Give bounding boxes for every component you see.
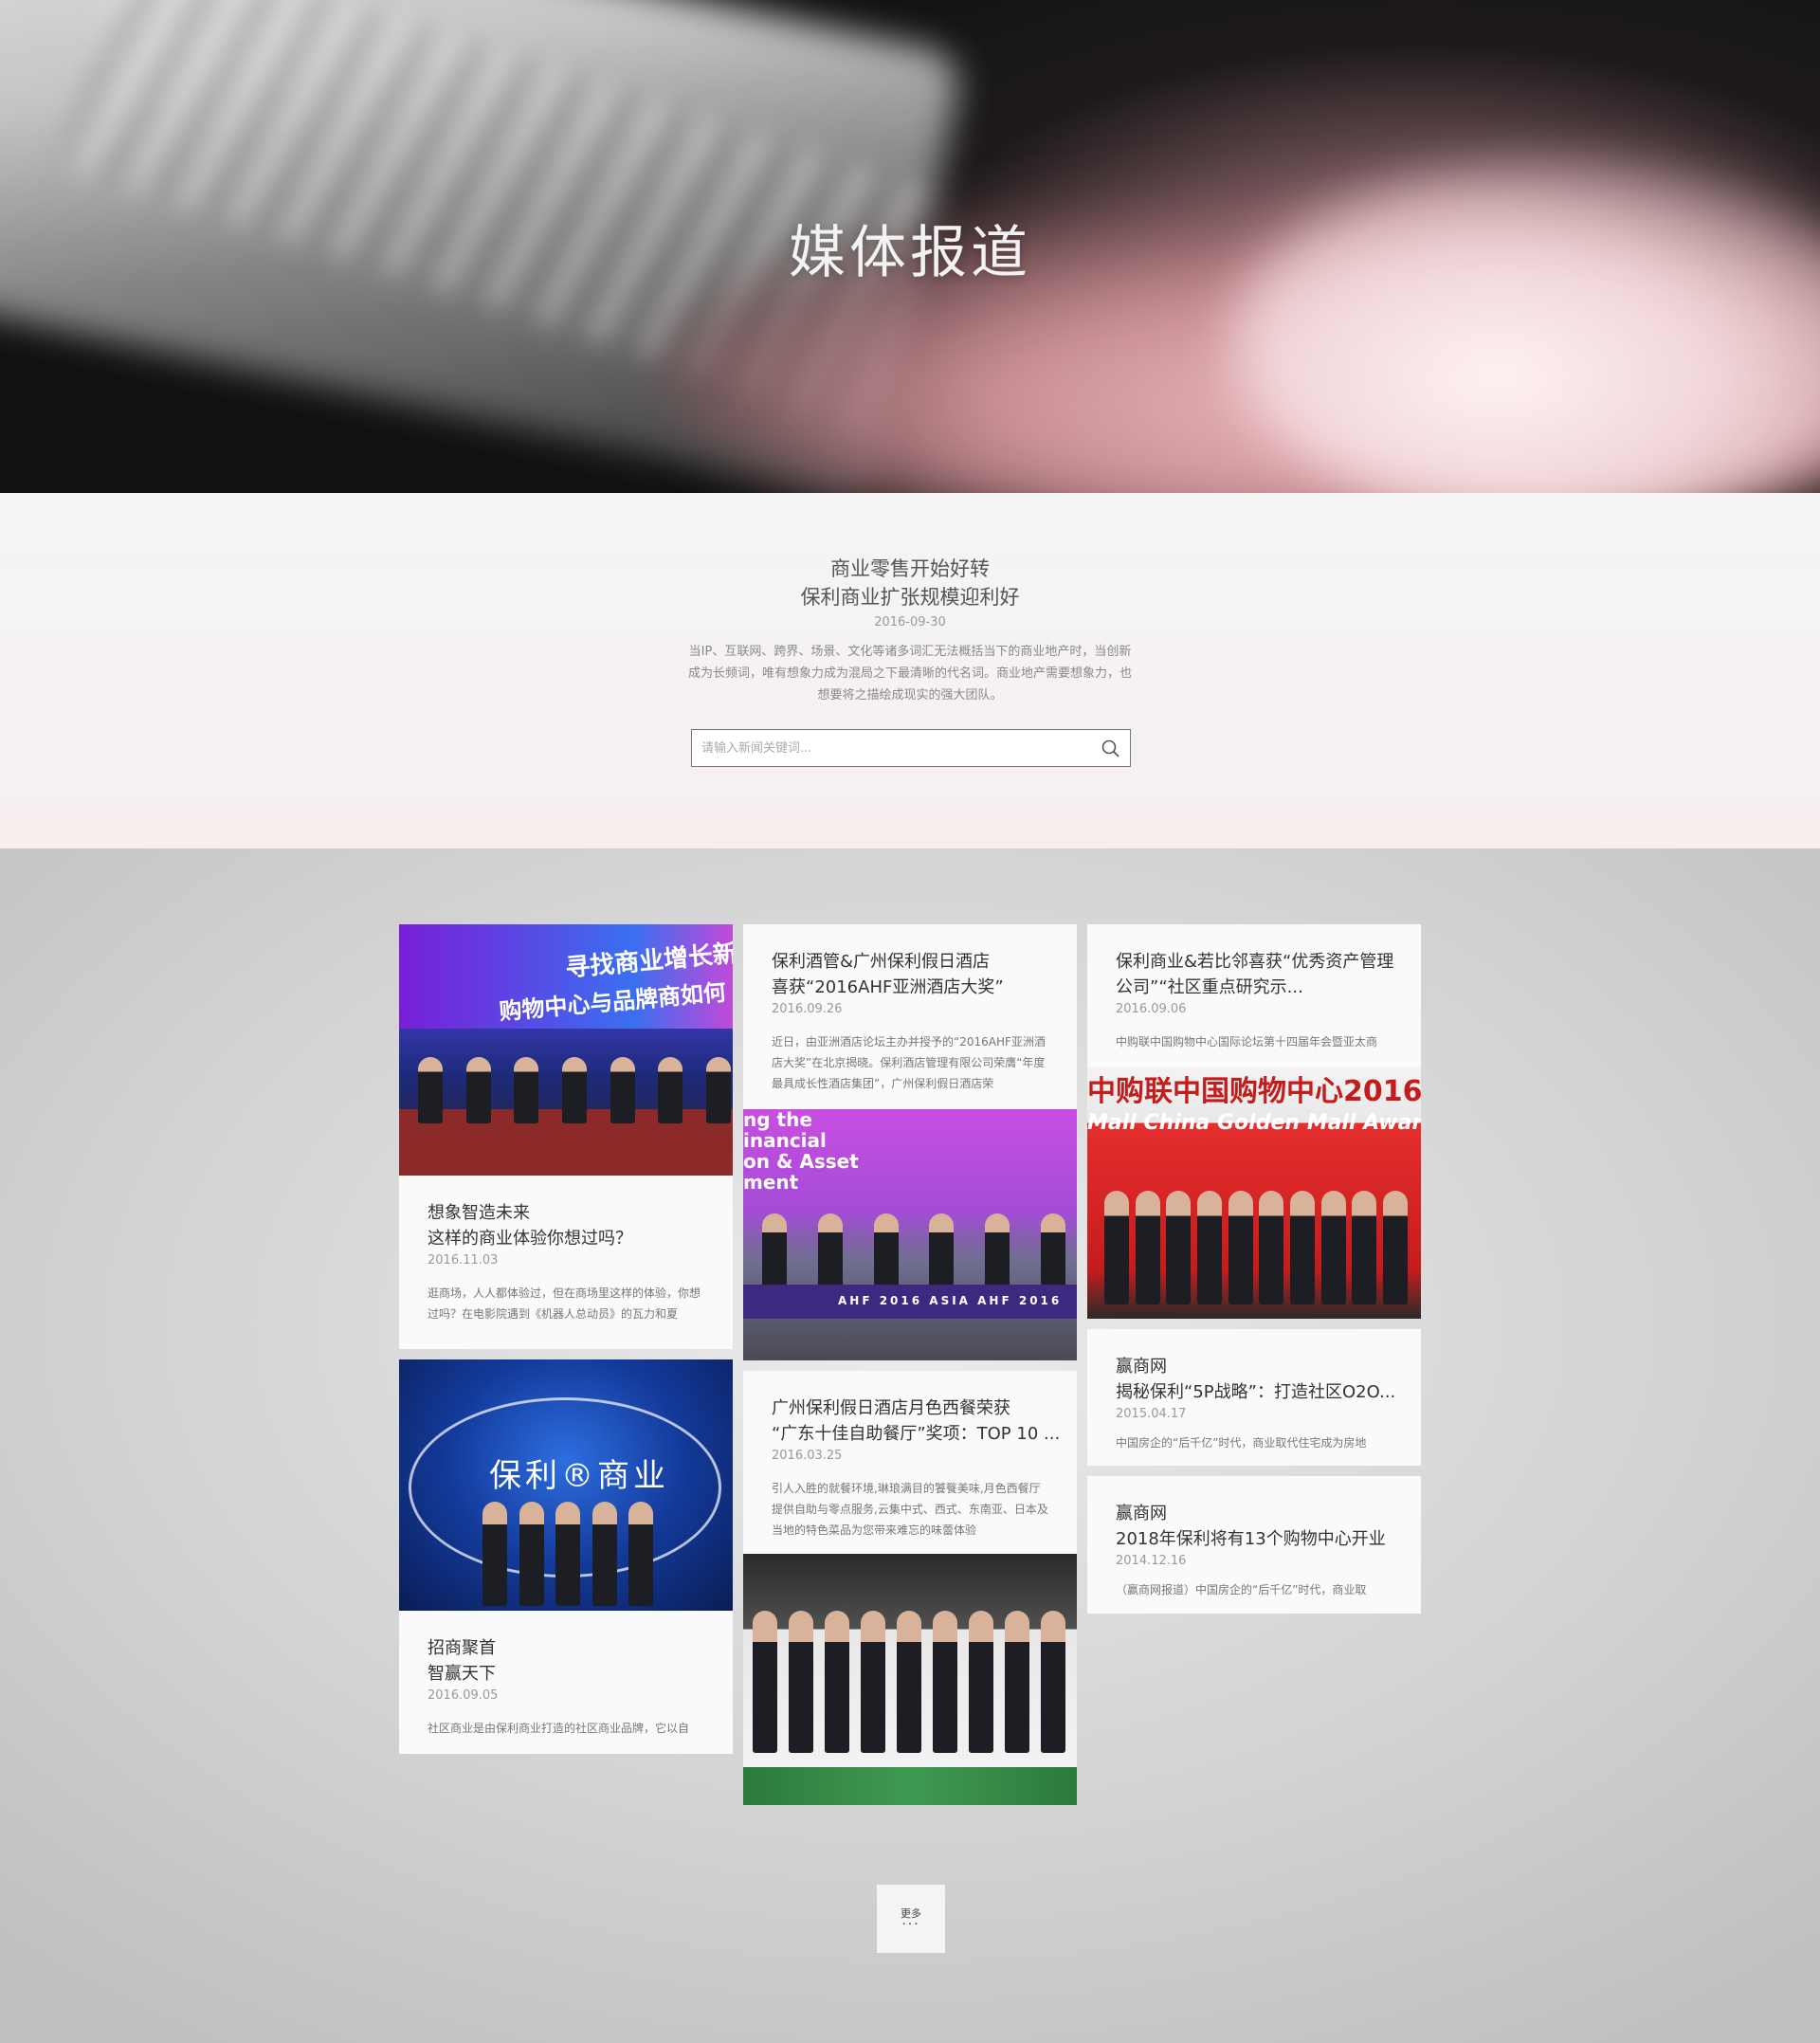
news-title[interactable]: “广东十佳自助餐厅”奖项：TOP 10 ... xyxy=(772,1421,1060,1447)
more-dots-icon: ··· xyxy=(901,1917,920,1932)
person-figure xyxy=(753,1611,777,1753)
news-date: 2014.12.16 xyxy=(1116,1554,1187,1568)
news-card[interactable]: 保利商业&若比邻喜获“优秀资产管理 公司”“社区重点研究示... 2016.09… xyxy=(1087,924,1421,1319)
news-card[interactable]: 赢商网 2018年保利将有13个购物中心开业 2014.12.16 （赢商网报道… xyxy=(1087,1476,1421,1614)
news-source[interactable]: 赢商网 xyxy=(1116,1501,1394,1526)
person-figure xyxy=(1005,1611,1029,1753)
person-figure xyxy=(1104,1191,1129,1304)
search-input[interactable] xyxy=(701,730,1081,766)
person-figure xyxy=(1135,1191,1160,1304)
person-figure xyxy=(1196,1191,1222,1304)
photo-people xyxy=(482,1502,653,1606)
news-excerpt: （赢商网报道）中国房企的“后千亿”时代，商业取 xyxy=(1116,1583,1367,1596)
featured-date: 2016-09-30 xyxy=(874,615,946,629)
news-date: 2016.09.26 xyxy=(772,1002,843,1016)
news-excerpt: 近日，由亚洲酒店论坛主办并授予的“2016AHF亚洲酒店大奖”在北京揭晓。保利酒… xyxy=(772,1035,1046,1090)
news-title[interactable]: 保利酒管&广州保利假日酒店 xyxy=(772,949,1050,975)
news-title[interactable]: 公司”“社区重点研究示... xyxy=(1116,975,1394,1000)
person-figure xyxy=(465,1057,491,1123)
news-excerpt: 中购联中国购物中心国际论坛第十四届年会暨亚太商 xyxy=(1116,1035,1378,1049)
person-figure xyxy=(519,1502,544,1606)
news-card-photo xyxy=(743,1554,1077,1805)
news-card[interactable]: 保利®商业 招商聚首 智赢天下 2016.09.05 社区商业是由保利商业打造的… xyxy=(399,1359,733,1754)
photo-caption: inancial xyxy=(743,1129,827,1152)
news-excerpt: 引人入胜的就餐环境,琳琅满目的饕餮美味,月色西餐厅提供自助与零点服务,云集中式、… xyxy=(772,1482,1048,1537)
news-date: 2016.03.25 xyxy=(772,1449,843,1463)
news-title[interactable]: 2018年保利将有13个购物中心开业 xyxy=(1116,1526,1394,1552)
photo-caption: 中购联中国购物中心2016年 xyxy=(1087,1075,1421,1108)
person-figure xyxy=(897,1611,921,1753)
news-excerpt: 逛商场，人人都体验过，但在商场里这样的体验，你想过吗？在电影院遇到《机器人总动员… xyxy=(428,1286,701,1321)
person-figure xyxy=(789,1611,813,1753)
news-search-box xyxy=(691,729,1131,767)
person-figure xyxy=(1382,1191,1408,1304)
news-excerpt: 中国房企的“后千亿”时代，商业取代住宅成为房地 xyxy=(1116,1436,1367,1450)
news-card-photo: 中购联中国购物中心2016年 Mall China Golden Mall Aw… xyxy=(1087,1067,1421,1319)
person-figure xyxy=(1259,1191,1284,1304)
news-title[interactable]: 想象智造未来 xyxy=(428,1200,706,1226)
person-figure xyxy=(969,1611,993,1753)
news-source[interactable]: 赢商网 xyxy=(1116,1354,1394,1379)
news-title[interactable]: 保利商业&若比邻喜获“优秀资产管理 xyxy=(1116,949,1394,975)
person-figure xyxy=(1166,1191,1192,1304)
photo-caption-block: ng the inancial on & Asset ment xyxy=(743,1109,859,1193)
news-card[interactable]: 广州保利假日酒店月色西餐荣获 “广东十佳自助餐厅”奖项：TOP 10 ... 2… xyxy=(743,1371,1077,1805)
load-more-button[interactable]: 更多 ··· xyxy=(877,1885,945,1953)
featured-article[interactable]: 商业零售开始好转 保利商业扩张规模迎利好 2016-09-30 当IP、互联网、… xyxy=(0,555,1820,706)
photo-caption: ment xyxy=(743,1171,799,1194)
photo-plants xyxy=(743,1767,1077,1805)
news-date: 2015.04.17 xyxy=(1116,1407,1187,1421)
person-figure xyxy=(861,1611,885,1753)
photo-caption: on & Asset xyxy=(743,1150,859,1173)
news-title[interactable]: 招商聚首 xyxy=(428,1635,706,1661)
news-card-photo: 保利®商业 xyxy=(399,1359,733,1611)
hero-banner: 媒体报道 xyxy=(0,0,1820,493)
photo-people xyxy=(753,1611,1065,1753)
featured-excerpt: 当IP、互联网、跨界、场景、文化等诸多词汇无法概括当下的商业地产时，当创新成为长… xyxy=(687,645,1132,702)
photo-ribbon: AHF 2016 ASIA AHF 2016 xyxy=(743,1285,1077,1319)
photo-people xyxy=(418,1057,731,1123)
featured-title-line2[interactable]: 保利商业扩张规模迎利好 xyxy=(0,583,1820,611)
person-figure xyxy=(933,1611,957,1753)
person-figure xyxy=(825,1611,849,1753)
news-card[interactable]: 寻找商业增长新 购物中心与品牌商如何 想象智造未来 这样的商业体验你想过吗？ 2… xyxy=(399,924,733,1349)
news-card[interactable]: 赢商网 揭秘保利“5P战略”：打造社区O2O... 2015.04.17 中国房… xyxy=(1087,1329,1421,1466)
news-date: 2016.09.06 xyxy=(1116,1002,1187,1016)
person-figure xyxy=(561,1057,587,1123)
photo-caption: ng the xyxy=(743,1109,812,1131)
person-figure xyxy=(1352,1191,1377,1304)
person-figure xyxy=(592,1502,617,1606)
news-card[interactable]: 保利酒管&广州保利假日酒店 喜获“2016AHF亚洲酒店大奖” 2016.09.… xyxy=(743,924,1077,1360)
person-figure xyxy=(1041,1611,1065,1753)
news-title[interactable]: 揭秘保利“5P战略”：打造社区O2O... xyxy=(1116,1379,1395,1405)
person-figure xyxy=(610,1057,635,1123)
photo-caption: 保利®商业 xyxy=(489,1457,669,1495)
news-date: 2016.09.05 xyxy=(428,1688,499,1703)
page-title: 媒体报道 xyxy=(789,220,1031,286)
person-figure xyxy=(1289,1191,1315,1304)
person-figure xyxy=(514,1057,539,1123)
person-figure xyxy=(628,1502,653,1606)
featured-title-line1[interactable]: 商业零售开始好转 xyxy=(0,555,1820,583)
photo-caption: Mall China Golden Mall Awards C xyxy=(1087,1111,1421,1135)
person-figure xyxy=(1320,1191,1346,1304)
person-figure xyxy=(418,1057,443,1123)
search-icon[interactable] xyxy=(1100,738,1122,760)
person-figure xyxy=(1228,1191,1253,1304)
featured-section: 商业零售开始好转 保利商业扩张规模迎利好 2016-09-30 当IP、互联网、… xyxy=(0,493,1820,848)
person-figure xyxy=(705,1057,731,1123)
news-card-photo: ng the inancial on & Asset ment AHF 2016… xyxy=(743,1109,1077,1360)
news-date: 2016.11.03 xyxy=(428,1253,499,1268)
person-figure xyxy=(658,1057,683,1123)
news-title[interactable]: 智赢天下 xyxy=(428,1661,706,1687)
news-title[interactable]: 这样的商业体验你想过吗？ xyxy=(428,1226,706,1251)
person-figure xyxy=(555,1502,580,1606)
news-excerpt: 社区商业是由保利商业打造的社区商业品牌，它以自 xyxy=(428,1722,690,1735)
photo-people xyxy=(1104,1191,1408,1304)
person-figure xyxy=(482,1502,507,1606)
news-title[interactable]: 广州保利假日酒店月色西餐荣获 xyxy=(772,1395,1050,1421)
news-title[interactable]: 喜获“2016AHF亚洲酒店大奖” xyxy=(772,975,1050,1000)
news-card-photo: 寻找商业增长新 购物中心与品牌商如何 xyxy=(399,924,733,1176)
